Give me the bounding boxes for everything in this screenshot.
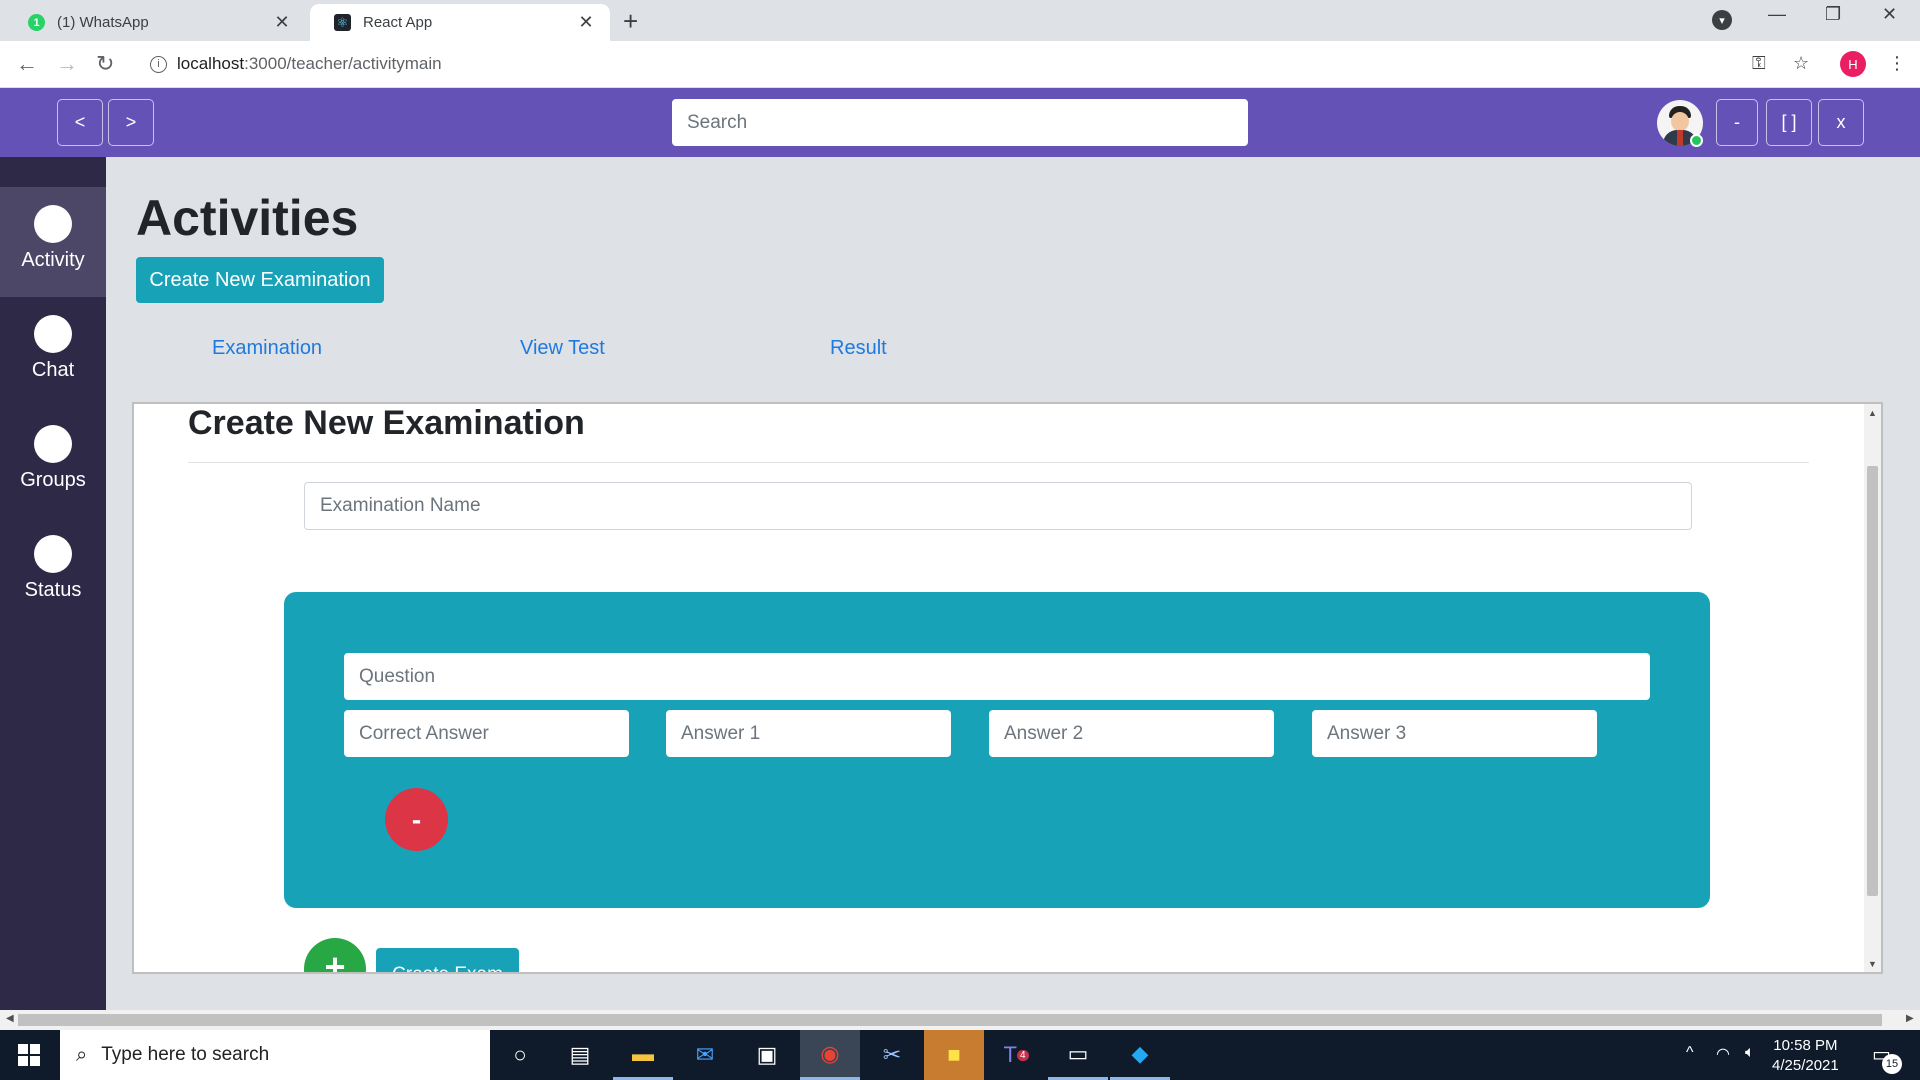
url-host: localhost — [177, 54, 245, 73]
taskbar-search[interactable]: ⌕ Type here to search — [60, 1030, 490, 1080]
sidebar-item-label: Activity — [21, 249, 85, 271]
forward-button[interactable]: > — [108, 99, 154, 146]
address-bar[interactable]: i localhost:3000/teacher/activitymain — [140, 47, 1760, 81]
back-button[interactable]: < — [57, 99, 103, 146]
nav-link-examination[interactable]: Examination — [212, 337, 322, 360]
question-input[interactable] — [344, 653, 1650, 700]
tab-title: React App — [363, 14, 433, 31]
answer-2-input[interactable] — [989, 710, 1274, 757]
cortana-icon[interactable]: ○ — [490, 1030, 550, 1080]
taskbar-search-placeholder: Type here to search — [101, 1044, 270, 1065]
task-view-icon[interactable]: ▤ — [550, 1030, 610, 1080]
teams-icon[interactable]: T4 — [986, 1030, 1046, 1080]
forward-arrow-icon[interactable]: → — [56, 51, 78, 77]
scroll-up-icon[interactable]: ▲ — [1868, 408, 1877, 418]
profile-avatar[interactable]: H — [1840, 51, 1866, 77]
vertical-scrollbar[interactable]: ▲ ▼ — [1864, 404, 1881, 972]
file-explorer-icon[interactable]: ▬ — [613, 1030, 673, 1080]
sidebar-item-status[interactable]: Status — [0, 517, 106, 627]
tray-chevron-icon[interactable]: ^ — [1686, 1044, 1694, 1062]
clock-date: 4/25/2021 — [1772, 1057, 1839, 1074]
minimize-button[interactable]: - — [1716, 99, 1758, 146]
examination-name-input[interactable] — [304, 482, 1692, 530]
status-icon — [34, 535, 72, 573]
key-icon[interactable]: ⚿ — [1752, 53, 1766, 74]
browser-toolbar: ← → ↻ i localhost:3000/teacher/activitym… — [0, 41, 1920, 88]
store-icon[interactable]: ▣ — [737, 1030, 797, 1080]
remove-question-button[interactable]: - — [385, 788, 448, 851]
chrome-icon[interactable]: ◉ — [800, 1030, 860, 1080]
browser-tabstrip: 1 (1) WhatsApp ✕ ⚛ React App ✕ + ▾ — ❐ ✕ — [0, 0, 1920, 41]
window-minimize-button[interactable]: — — [1768, 4, 1786, 25]
answer-1-input[interactable] — [666, 710, 951, 757]
create-exam-button[interactable]: Create Exam — [376, 948, 519, 972]
maximize-button[interactable]: [ ] — [1766, 99, 1812, 146]
exam-form-panel: Create New Examination - + Create Exam ▲… — [132, 402, 1883, 974]
vscode-icon[interactable]: ◆ — [1110, 1030, 1170, 1080]
sticky-notes-icon[interactable]: ■ — [924, 1030, 984, 1080]
clock-time: 10:58 PM — [1773, 1037, 1838, 1054]
page-title: Activities — [136, 190, 359, 246]
terminal-icon[interactable]: ▭ — [1048, 1030, 1108, 1080]
taskbar-clock[interactable]: 10:58 PM 4/25/2021 — [1772, 1036, 1839, 1076]
volume-icon[interactable]: 🔈︎ — [1745, 1044, 1755, 1062]
wifi-icon[interactable]: ◠ — [1716, 1044, 1730, 1064]
add-question-button[interactable]: + — [304, 938, 366, 972]
tab-whatsapp[interactable]: 1 (1) WhatsApp ✕ — [4, 4, 306, 41]
question-card: - — [284, 592, 1710, 908]
new-tab-button[interactable]: + — [623, 6, 638, 37]
reload-icon[interactable]: ↻ — [96, 51, 114, 77]
search-icon: ⌕ — [76, 1043, 88, 1066]
scroll-down-icon[interactable]: ▼ — [1868, 959, 1877, 969]
search-input[interactable] — [672, 99, 1248, 146]
mail-icon[interactable]: ✉ — [675, 1030, 735, 1080]
divider — [188, 462, 1809, 463]
window-close-button[interactable]: ✕ — [1882, 4, 1897, 25]
sidebar-item-chat[interactable]: Chat — [0, 297, 106, 407]
notification-count-badge: 15 — [1882, 1054, 1902, 1074]
sidebar-item-label: Groups — [20, 469, 86, 491]
sidebar-item-label: Status — [24, 579, 82, 601]
create-new-examination-button[interactable]: Create New Examination — [136, 257, 384, 303]
url-path: :3000/teacher/activitymain — [244, 54, 442, 73]
close-tab-icon[interactable]: ✕ — [272, 12, 292, 33]
app-header: < > - [ ] x — [0, 88, 1920, 157]
close-button[interactable]: x — [1818, 99, 1864, 146]
sidebar-item-groups[interactable]: Groups — [0, 407, 106, 517]
nav-link-result[interactable]: Result — [830, 337, 887, 360]
teams-badge: 4 — [1016, 1049, 1029, 1061]
form-title: Create New Examination — [188, 404, 585, 442]
whatsapp-icon: 1 — [28, 14, 45, 31]
tab-title: (1) WhatsApp — [57, 14, 149, 31]
chat-icon — [34, 315, 72, 353]
main-content: Activities Create New Examination Examin… — [106, 157, 1920, 1010]
sidebar: Activity Chat Groups Status — [0, 157, 106, 1010]
star-icon[interactable]: ☆ — [1793, 53, 1809, 74]
close-tab-icon[interactable]: ✕ — [576, 12, 596, 33]
scroll-right-icon[interactable]: ▶ — [1906, 1013, 1914, 1024]
taskbar: ⌕ Type here to search ○ ▤ ▬ ✉ ▣ ◉ ✂ ■ T4… — [0, 1030, 1920, 1080]
activity-icon — [34, 205, 72, 243]
react-icon: ⚛ — [334, 14, 351, 31]
groups-icon — [34, 425, 72, 463]
scrollbar-thumb[interactable] — [1867, 466, 1878, 896]
tab-react-app[interactable]: ⚛ React App ✕ — [310, 4, 610, 41]
window-restore-button[interactable]: ❐ — [1825, 4, 1841, 25]
answer-3-input[interactable] — [1312, 710, 1597, 757]
nav-link-view-test[interactable]: View Test — [520, 337, 605, 360]
scroll-left-icon[interactable]: ◀ — [6, 1013, 14, 1024]
sidebar-item-label: Chat — [31, 359, 75, 381]
snip-tool-icon[interactable]: ✂ — [862, 1030, 922, 1080]
horizontal-scrollbar[interactable]: ◀ ▶ — [0, 1010, 1920, 1030]
more-menu-icon[interactable]: ⋮ — [1888, 53, 1906, 74]
tab-search-icon[interactable]: ▾ — [1712, 10, 1732, 30]
sidebar-item-activity[interactable]: Activity — [0, 187, 106, 297]
site-info-icon[interactable]: i — [150, 55, 167, 73]
scrollbar-thumb[interactable] — [18, 1014, 1882, 1026]
correct-answer-input[interactable] — [344, 710, 629, 757]
windows-start-icon[interactable] — [18, 1044, 40, 1066]
back-arrow-icon[interactable]: ← — [16, 51, 38, 77]
online-status-dot — [1690, 134, 1703, 147]
